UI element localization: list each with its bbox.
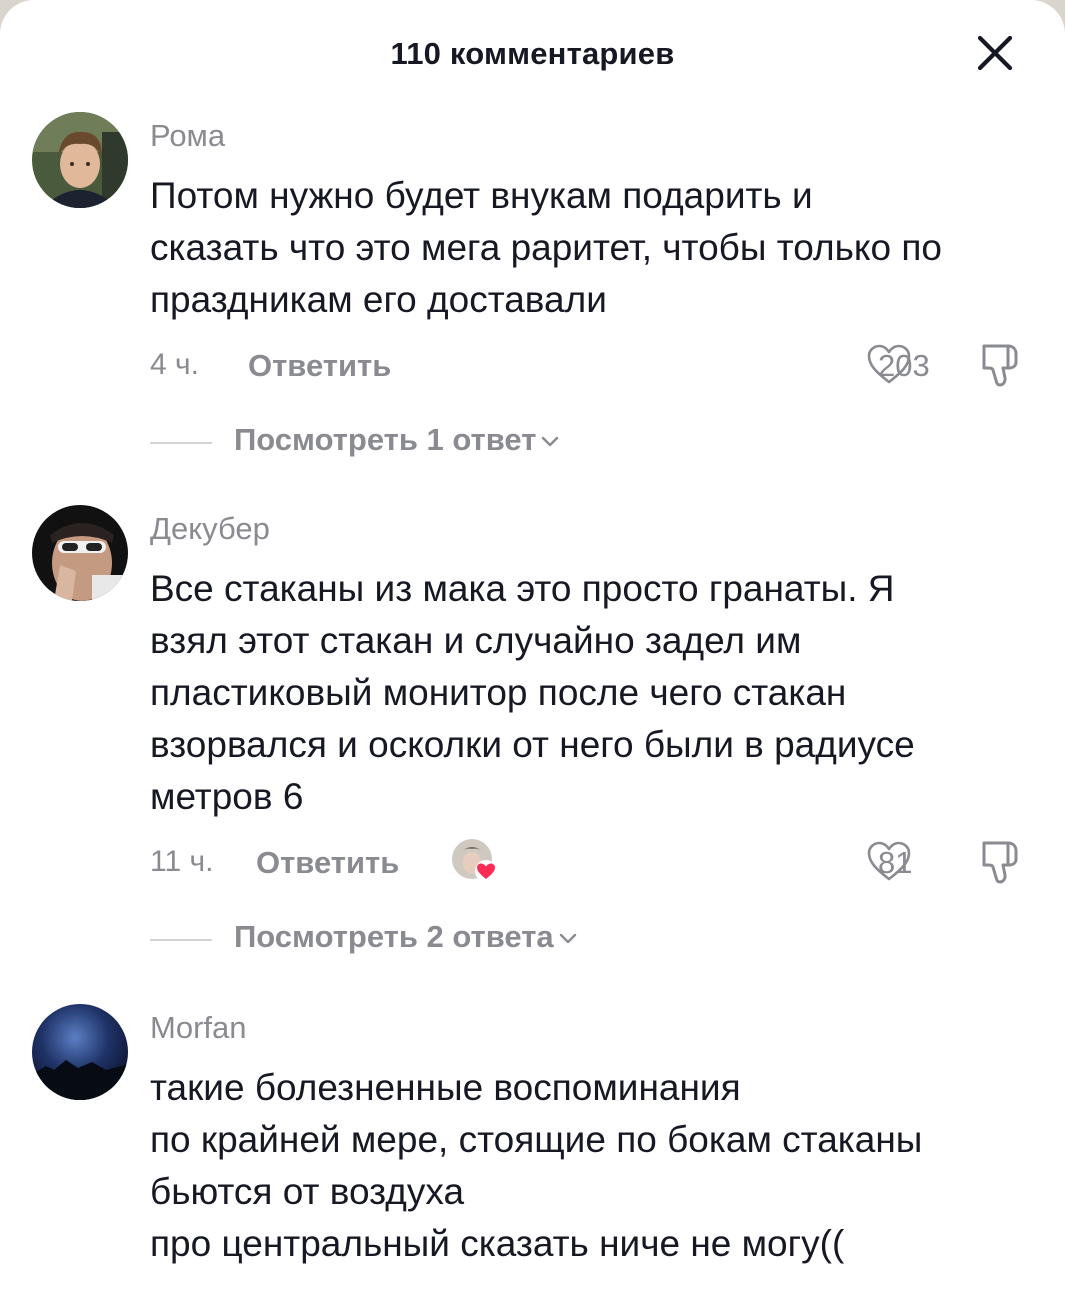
- dislike-button[interactable]: [978, 340, 1026, 390]
- comment-meta: 4 ч. Ответить 203: [150, 344, 1030, 388]
- comment-time: 11 ч.: [150, 845, 214, 878]
- chevron-down-icon: [559, 933, 576, 944]
- comment-text: Потом нужно будет внукам подарить и сказ…: [150, 175, 942, 320]
- comments-sheet: 110 комментариев Рома Потом нужно будет …: [0, 0, 1065, 1300]
- dislike-icon: [982, 841, 1018, 884]
- divider: [150, 442, 212, 444]
- reply-button[interactable]: Ответить: [248, 348, 391, 384]
- like-count: 203: [878, 348, 930, 383]
- like-count: 81: [878, 845, 913, 880]
- avatar[interactable]: [32, 1004, 128, 1100]
- comments-count-title: 110 комментариев: [390, 36, 675, 71]
- view-replies-label: Посмотреть 2 ответа: [234, 919, 578, 955]
- view-replies-label: Посмотреть 1 ответ: [234, 422, 560, 458]
- comment-text: такие болезненные воспоминания по крайне…: [150, 1067, 923, 1264]
- comment-username[interactable]: Morfan: [150, 1010, 246, 1046]
- creator-liked-badge: [450, 837, 497, 883]
- close-icon: [977, 35, 1013, 71]
- chevron-down-icon: [542, 436, 559, 447]
- view-replies-text: Посмотреть 2 ответа: [234, 919, 554, 954]
- comment-meta: 11 ч. Ответить 81: [150, 839, 1030, 885]
- reply-button[interactable]: Ответить: [256, 845, 399, 881]
- comment-username[interactable]: Рома: [150, 118, 225, 154]
- close-button[interactable]: [972, 30, 1018, 76]
- comments-header: 110 комментариев: [0, 0, 1065, 108]
- comment-username[interactable]: Декубер: [150, 511, 270, 547]
- view-replies-text: Посмотреть 1 ответ: [234, 422, 537, 457]
- comment-time: 4 ч.: [150, 348, 199, 381]
- dislike-button[interactable]: [978, 837, 1026, 887]
- dislike-icon: [982, 344, 1018, 387]
- comment-text: Все стаканы из мака это просто гранаты. …: [150, 568, 915, 817]
- avatar[interactable]: [32, 112, 128, 208]
- divider: [150, 939, 212, 941]
- avatar[interactable]: [32, 505, 128, 601]
- creator-liked-icon: [475, 860, 497, 882]
